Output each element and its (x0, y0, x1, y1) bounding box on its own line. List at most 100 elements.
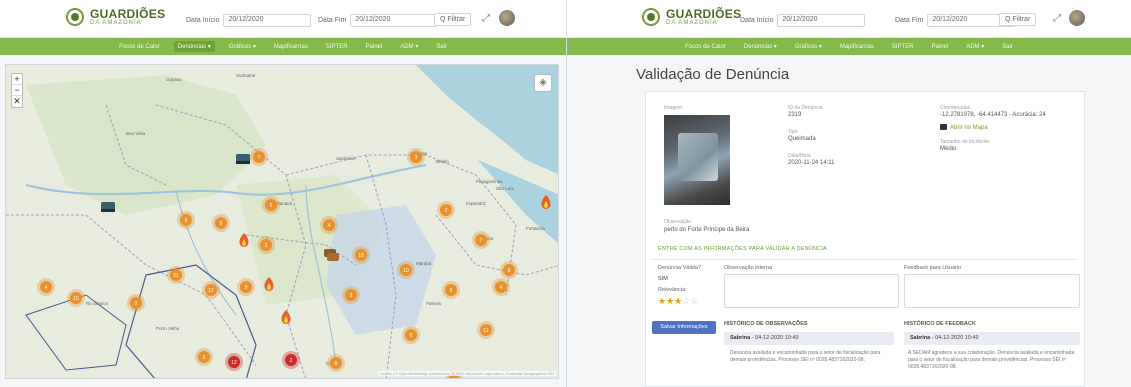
user-avatar[interactable] (1069, 10, 1085, 26)
zoom-control: + − ✕ (11, 73, 23, 108)
valid-select[interactable]: SIM (658, 276, 668, 282)
open-map-label: Abrir no Mapa (950, 125, 988, 131)
shield-logo-icon (66, 8, 84, 26)
cluster-count: 21 (173, 273, 179, 279)
feedback-history-title: HISTÓRICO DE FEEDBACK (904, 321, 976, 327)
page-title: Validação de Denúncia (636, 66, 790, 83)
type-label: Tipo (788, 129, 798, 135)
vehicle-icon (236, 154, 250, 162)
expand-icon[interactable]: ⤢ (1053, 13, 1061, 24)
start-date-input[interactable]: 20/12/2020 (777, 14, 866, 27)
user-avatar[interactable] (499, 10, 515, 26)
place-label: Suriname (236, 73, 256, 78)
nav-item-7[interactable]: Sair (432, 42, 451, 52)
obs-history-date: 04-12-2020 10:49 (755, 335, 799, 341)
obs-history-author: Sabrina (730, 335, 751, 341)
cluster-count: 3 (453, 378, 456, 379)
end-date-label: Data Fim (895, 17, 924, 24)
vehicle-icon-base (101, 209, 115, 212)
cluster-count: 15 (73, 296, 79, 302)
report-id-label: ID da Denúncia (788, 105, 823, 111)
report-photo[interactable] (664, 115, 730, 205)
size-value: Médio (940, 146, 957, 152)
internal-observation-input[interactable] (724, 274, 899, 308)
app-logo[interactable]: GUARDIÕES DA AMAZÔNIA (642, 8, 741, 26)
report-id-value: 2319 (788, 112, 802, 118)
nav-item-0[interactable]: Focos de Calor (681, 42, 730, 52)
end-date-input[interactable]: 20/12/2020 (350, 14, 439, 27)
size-label: Tamanho do Incidente (940, 139, 990, 145)
logging-icon (327, 253, 339, 261)
nav-item-6[interactable]: ADM ▾ (396, 41, 422, 52)
screenshot: GUARDIÕES DA AMAZÔNIA Data Início 20/12/… (0, 0, 1131, 387)
map-attribution[interactable]: Leaflet | © OpenStreetMap contributors, … (377, 371, 556, 376)
zoom-in-button[interactable]: + (12, 74, 22, 85)
nav-item-3[interactable]: Mapificarnas (836, 42, 878, 52)
main-navbar: Focos de Calor Denúncias ▾ Gráficos ▾ Mapif… (567, 38, 1131, 55)
relevance-rating[interactable]: ★★★☆☆ (658, 296, 698, 307)
nav-item-6[interactable]: ADM ▾ (962, 41, 988, 52)
start-date-input[interactable]: 20/12/2020 (223, 14, 312, 27)
datetime-value: 2020-11-24 14:11 (788, 160, 835, 166)
obs-history-text: Denúncia avaliada e encaminhada para o s… (730, 350, 881, 363)
cluster-count: 6 (410, 333, 413, 339)
layers-icon[interactable]: ◈ (534, 74, 552, 92)
place-label: Belém (436, 159, 449, 164)
nav-item-5[interactable]: Painel (362, 42, 387, 52)
coordinates-label: Coordenadas (940, 105, 971, 111)
open-map-link[interactable]: Abrir no Mapa (940, 124, 988, 131)
cluster-count: 4 (45, 285, 48, 291)
cluster-count: 10 (403, 268, 409, 274)
nav-item-1[interactable]: Denúncias ▾ (173, 41, 215, 52)
nav-item-4[interactable]: SIPTER (322, 42, 352, 52)
relevance-label: Relevância: (658, 287, 687, 293)
cluster-count: 2 (290, 358, 293, 364)
zoom-out-button[interactable]: − (12, 85, 22, 96)
main-navbar: Focos de Calor Denúncias ▾ Gráficos ▾ Mapif… (0, 38, 566, 55)
cluster-count: 5 (203, 355, 206, 361)
nav-item-7[interactable]: Sair (998, 42, 1017, 52)
start-date-group: Data Início 20/12/2020 (186, 14, 312, 27)
place-label: Guyana (166, 77, 182, 82)
cluster-count: 4 (328, 223, 331, 229)
nav-item-0[interactable]: Focos de Calor (115, 42, 164, 52)
star-icon[interactable]: ☆ (690, 296, 698, 306)
map-container[interactable]: SurinameGuyanaMacapáBelémSão LuísTeresin… (5, 64, 559, 379)
nav-item-2[interactable]: Gráficos ▾ (225, 41, 260, 52)
map-view-panel: GUARDIÕES DA AMAZÔNIA Data Início 20/12/… (0, 0, 566, 387)
nav-item-2[interactable]: Gráficos ▾ (791, 41, 826, 52)
place-label: Fortaleza (526, 226, 545, 231)
place-label: Santarém (336, 156, 356, 161)
star-icon[interactable]: ★ (658, 296, 666, 306)
obs-history-entry-header: Sabrina - 04-12-2020 10:49 (724, 332, 894, 345)
filter-button[interactable]: Q Filtrar (434, 13, 472, 26)
filter-button[interactable]: Q Filtrar (999, 13, 1037, 26)
cluster-count: 3 (265, 243, 268, 249)
feedback-input[interactable] (904, 274, 1080, 308)
place-label: Paragominas (476, 179, 503, 184)
cluster-count: 12 (231, 360, 237, 366)
nav-item-3[interactable]: Mapificarnas (270, 42, 312, 52)
reset-view-button[interactable]: ✕ (12, 96, 22, 107)
internal-observation-label: Observação interna (724, 265, 772, 271)
cluster-count: 6 (220, 221, 223, 227)
feedback-history-text: A SEDAM agradece a sua colaboração. Denú… (908, 350, 1075, 370)
expand-icon[interactable]: ⤢ (482, 13, 490, 24)
save-button[interactable]: Salvar Informações (652, 321, 716, 334)
vehicle-icon-base (236, 161, 250, 164)
validation-panel: GUARDIÕES DA AMAZÔNIA Data Início 20/12/… (566, 0, 1131, 387)
nav-item-4[interactable]: SIPTER (888, 42, 918, 52)
nav-item-1[interactable]: Denúncias ▾ (740, 41, 781, 52)
cluster-count: 4 (500, 285, 503, 291)
app-logo[interactable]: GUARDIÕES DA AMAZÔNIA (66, 8, 165, 26)
nav-item-5[interactable]: Painel (928, 42, 953, 52)
top-header: GUARDIÕES DA AMAZÔNIA Data Início 20/12/… (0, 0, 566, 38)
place-label: Porto Velho (156, 326, 180, 331)
observation-label: Observação (664, 219, 691, 225)
feedback-history-date: 04-12-2020 10:49 (935, 335, 979, 341)
map-canvas[interactable]: SurinameGuyanaMacapáBelémSão LuísTeresin… (6, 65, 559, 379)
star-icon[interactable]: ★ (666, 296, 674, 306)
cluster-count: 3 (415, 155, 418, 161)
cluster-count: 5 (270, 203, 273, 209)
end-date-label: Data Fim (318, 17, 347, 24)
